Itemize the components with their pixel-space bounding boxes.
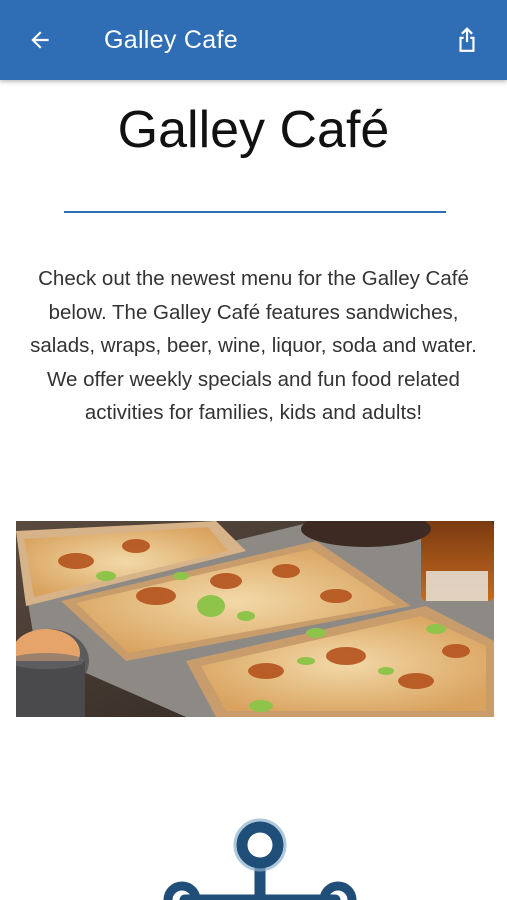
page-title: Galley Café	[117, 101, 390, 159]
share-icon	[459, 27, 475, 52]
title-divider	[64, 211, 446, 213]
app-bar: Galley Cafe	[0, 0, 507, 80]
app-bar-title: Galley Cafe	[104, 26, 238, 54]
arrow-left-icon	[31, 31, 49, 49]
food-photo	[16, 521, 494, 717]
back-button[interactable]	[22, 22, 58, 58]
share-button[interactable]	[449, 22, 485, 58]
app-screen: Galley Cafe Galley Café Check out the ne…	[0, 0, 507, 900]
intro-text: Check out the newest menu for the Galley…	[30, 267, 477, 424]
ship-wheel-logo-icon	[160, 818, 360, 900]
